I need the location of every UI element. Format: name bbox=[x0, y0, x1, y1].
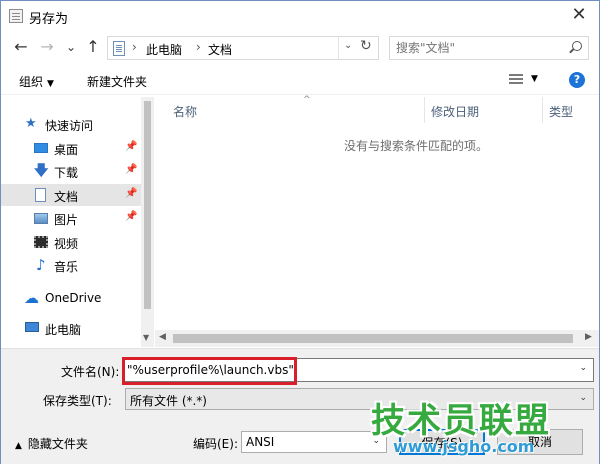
column-header-type[interactable]: 类型 bbox=[543, 97, 599, 123]
encoding-select[interactable]: ANSI ⌄ bbox=[241, 431, 387, 453]
sidebar-item-label: OneDrive bbox=[45, 291, 102, 305]
sidebar-item-label: 图片 bbox=[54, 213, 79, 227]
watermark-url: www.jsgho.com bbox=[393, 437, 535, 456]
column-label: 修改日期 bbox=[431, 105, 480, 119]
file-list-horizontal-scrollbar[interactable]: ◀ ▶ bbox=[155, 330, 599, 347]
filename-field[interactable]: ⌄ bbox=[122, 358, 594, 382]
address-row: ← → ⌄ ↑ › 此电脑 › 文档 ⌄ ↻ bbox=[1, 33, 599, 63]
pin-icon: 📌 bbox=[125, 211, 138, 222]
save-as-dialog: 另存为 ✕ ← → ⌄ ↑ › 此电脑 › 文档 ⌄ ↻ 组织▼ 新建文件夹 ▼ bbox=[0, 0, 600, 464]
sidebar-item-label: 文档 bbox=[54, 190, 79, 204]
music-icon: ♪ bbox=[36, 256, 46, 274]
sidebar-item-downloads[interactable]: 🡇 下载 📌 bbox=[1, 160, 141, 182]
column-header-date-modified[interactable]: 修改日期 bbox=[425, 97, 543, 123]
chevron-down-icon: ⌄ bbox=[579, 393, 587, 403]
command-toolbar: 组织 ▼ 新建文件夹 ▼ ? bbox=[1, 65, 599, 95]
help-icon[interactable]: ? bbox=[569, 72, 585, 88]
address-divider bbox=[338, 37, 339, 59]
filetype-label: 保存类型(T): bbox=[43, 394, 112, 408]
column-label: 名称 bbox=[173, 105, 198, 119]
sidebar-item-music[interactable]: ♪ 音乐 bbox=[1, 254, 141, 276]
breadcrumb-separator[interactable]: › bbox=[132, 40, 137, 54]
close-button[interactable]: ✕ bbox=[559, 1, 599, 31]
up-button[interactable]: ↑ bbox=[83, 38, 103, 58]
sidebar-item-label: 下载 bbox=[54, 166, 79, 180]
sidebar-item-onedrive[interactable]: ☁ OneDrive bbox=[1, 287, 141, 309]
window-title: 另存为 bbox=[29, 12, 69, 27]
search-input[interactable] bbox=[396, 40, 556, 56]
chevron-up-icon: ▲ bbox=[15, 441, 22, 451]
sidebar-item-this-pc[interactable]: 此电脑 bbox=[1, 317, 141, 339]
desktop-icon bbox=[34, 143, 48, 153]
watermark-logo-text: 技术员联盟 bbox=[371, 401, 551, 441]
breadcrumb-separator[interactable]: › bbox=[196, 40, 201, 54]
star-icon: ★ bbox=[25, 116, 37, 131]
pin-icon: 📌 bbox=[125, 141, 138, 152]
view-options-icon[interactable] bbox=[509, 74, 523, 86]
hide-folders-label: 隐藏文件夹 bbox=[27, 437, 88, 451]
forward-button[interactable]: → bbox=[37, 38, 57, 58]
sidebar-item-label: 音乐 bbox=[54, 260, 79, 274]
pin-icon: 📌 bbox=[125, 164, 138, 175]
chevron-down-icon[interactable]: ⌄ bbox=[579, 363, 587, 373]
hide-folders-toggle[interactable]: ▲ 隐藏文件夹 bbox=[15, 435, 88, 452]
empty-state-message: 没有与搜索条件匹配的项。 bbox=[343, 139, 488, 153]
scroll-down-icon[interactable]: ▼ bbox=[143, 333, 149, 342]
title-bar: 另存为 ✕ bbox=[1, 1, 599, 31]
refresh-icon[interactable]: ↻ bbox=[360, 38, 372, 54]
column-header-name[interactable]: 名称 ^ bbox=[167, 95, 425, 123]
sidebar-item-pictures[interactable]: 图片 📌 bbox=[1, 207, 141, 229]
encoding-label: 编码(E): bbox=[193, 437, 238, 451]
sort-ascending-icon: ^ bbox=[303, 95, 311, 105]
scroll-left-icon[interactable]: ◀ bbox=[159, 332, 166, 342]
sidebar-item-desktop[interactable]: 桌面 📌 bbox=[1, 137, 141, 159]
address-bar[interactable]: › 此电脑 › 文档 ⌄ ↻ bbox=[107, 36, 379, 60]
filename-label: 文件名(N): bbox=[61, 365, 120, 379]
document-icon bbox=[113, 41, 125, 56]
filename-input[interactable] bbox=[127, 362, 567, 378]
nav-pane-scrollbar[interactable]: ▼ bbox=[141, 97, 154, 347]
file-list[interactable]: 名称 ^ 修改日期 类型 没有与搜索条件匹配的项。 bbox=[155, 95, 599, 347]
back-button[interactable]: ← bbox=[11, 38, 31, 58]
recent-locations-button[interactable]: ⌄ bbox=[61, 38, 81, 58]
sidebar-item-label: 视频 bbox=[54, 237, 79, 251]
document-icon bbox=[35, 188, 46, 202]
encoding-value: ANSI bbox=[246, 435, 275, 449]
cloud-icon: ☁ bbox=[24, 289, 39, 307]
computer-icon bbox=[25, 322, 39, 332]
address-dropdown-icon[interactable]: ⌄ bbox=[344, 40, 352, 51]
chevron-down-icon: ▼ bbox=[47, 79, 54, 89]
scroll-right-icon[interactable]: ▶ bbox=[585, 332, 592, 342]
notepad-icon bbox=[9, 9, 23, 23]
sidebar-item-label: 此电脑 bbox=[45, 323, 82, 337]
download-icon: 🡇 bbox=[34, 163, 49, 179]
navigation-pane: ★ 快速访问 桌面 📌 🡇 下载 📌 文档 📌 图片 📌 视频 ♪ 音乐 ☁ O… bbox=[1, 97, 154, 347]
picture-icon bbox=[34, 213, 48, 224]
filetype-value: 所有文件 (*.*) bbox=[130, 394, 207, 408]
scrollbar-thumb[interactable] bbox=[144, 101, 151, 309]
breadcrumb-this-pc[interactable]: 此电脑 bbox=[146, 41, 182, 58]
organize-menu[interactable]: 组织 ▼ bbox=[19, 73, 54, 90]
pin-icon: 📌 bbox=[125, 188, 138, 199]
chevron-down-icon[interactable]: ▼ bbox=[531, 74, 538, 84]
search-icon[interactable] bbox=[572, 41, 582, 51]
column-label: 类型 bbox=[549, 105, 574, 119]
sidebar-item-videos[interactable]: 视频 bbox=[1, 231, 141, 253]
sidebar-item-label: 快速访问 bbox=[45, 119, 94, 133]
search-box[interactable] bbox=[389, 36, 589, 60]
sidebar-item-quick-access[interactable]: ★ 快速访问 bbox=[1, 113, 141, 135]
new-folder-button[interactable]: 新建文件夹 bbox=[87, 73, 147, 90]
sidebar-item-label: 桌面 bbox=[54, 143, 79, 157]
sidebar-item-documents[interactable]: 文档 📌 bbox=[1, 184, 141, 206]
organize-label: 组织 bbox=[19, 75, 44, 89]
scrollbar-thumb[interactable] bbox=[173, 334, 573, 343]
breadcrumb-documents[interactable]: 文档 bbox=[208, 41, 232, 58]
video-icon bbox=[34, 236, 48, 248]
